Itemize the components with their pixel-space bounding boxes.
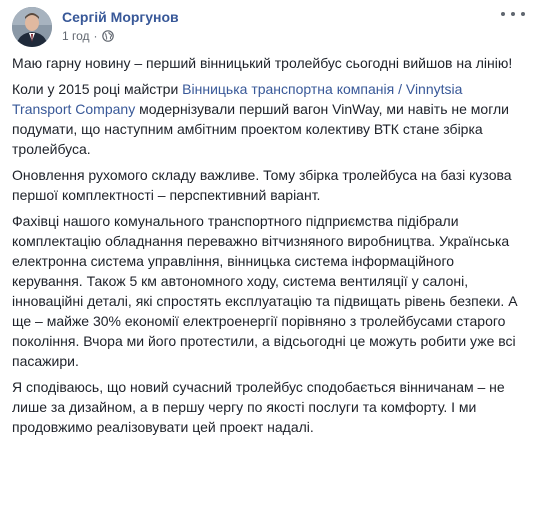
facebook-post: Сергій Моргунов 1 год · Маю гарну новину… xyxy=(0,0,537,527)
post-timestamp[interactable]: 1 год xyxy=(62,29,90,43)
author-name[interactable]: Сергій Моргунов xyxy=(62,9,179,25)
more-options-icon[interactable] xyxy=(501,7,525,21)
globe-icon[interactable] xyxy=(101,30,114,42)
post-meta: 1 год · xyxy=(62,29,114,43)
paragraph-2: Коли у 2015 році майстри Вінницька транс… xyxy=(12,79,522,159)
paragraph-3: Оновлення рухомого складу важливе. Тому … xyxy=(12,167,512,203)
avatar[interactable] xyxy=(12,7,52,47)
paragraph-5: Я сподіваюсь, що новий сучасний тролейбу… xyxy=(12,379,505,435)
post-text: Маю гарну новину – перший вінницький тро… xyxy=(12,53,522,443)
paragraph-1: Маю гарну новину – перший вінницький тро… xyxy=(12,55,513,71)
post-header: Сергій Моргунов 1 год · xyxy=(12,7,525,49)
avatar-photo xyxy=(12,7,52,47)
paragraph-2-start: Коли у 2015 році майстри xyxy=(12,81,183,97)
paragraph-4: Фахівці нашого комунального транспортног… xyxy=(12,213,518,369)
meta-separator: · xyxy=(93,29,98,43)
